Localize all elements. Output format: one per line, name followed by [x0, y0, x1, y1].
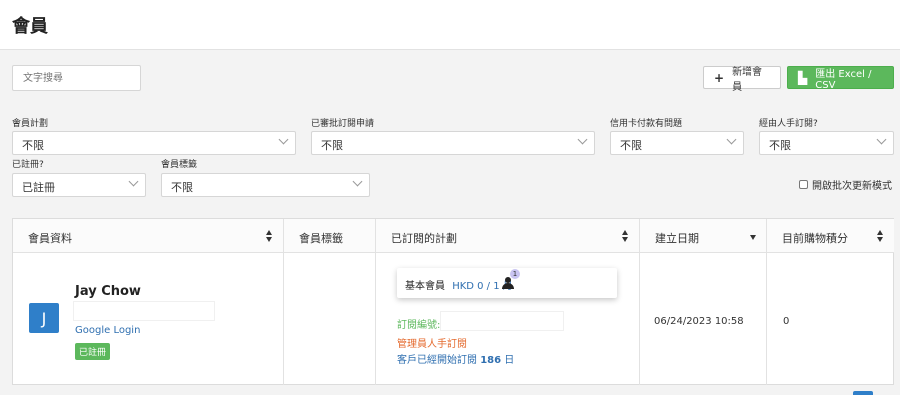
batch-mode-label: 開啟批次更新模式 [812, 181, 892, 192]
filter-manual-select[interactable]: 不限 [759, 131, 894, 155]
column-header-plans[interactable]: 已訂閱的計劃 [376, 219, 640, 253]
filter-plan-select[interactable]: 不限 [12, 131, 296, 155]
batch-mode-checkbox[interactable] [799, 180, 808, 189]
filter-registered-label: 已註冊? [12, 160, 44, 170]
filter-manual-label: 經由人手訂閱? [759, 119, 818, 129]
created-date: 06/24/2023 10:58 [654, 316, 744, 327]
page-header: 會員 [0, 0, 900, 50]
chevron-down-icon [128, 176, 139, 187]
filter-card-issue-value: 不限 [620, 139, 642, 152]
subscription-id-field [440, 311, 564, 331]
plus-icon: + [714, 70, 725, 85]
plan-count-badge: 1 [510, 269, 520, 279]
table-row-tags [284, 253, 376, 385]
export-label: 匯出 Excel / CSV [815, 68, 872, 91]
add-member-button[interactable]: + 新增會員 [703, 66, 781, 93]
login-method: Google Login [75, 325, 141, 336]
filter-card-issue-label: 信用卡付款有問題 [610, 119, 683, 129]
page-title: 會員 [12, 16, 48, 37]
chevron-down-icon [278, 134, 289, 145]
manual-subscription-text: 管理員人手訂閱 [397, 339, 467, 350]
filter-plan-value: 不限 [22, 139, 44, 152]
points-value: 0 [783, 316, 790, 327]
column-header-tags: 會員標籤 [284, 219, 376, 253]
file-icon: ▙ [798, 70, 808, 85]
member-email-field [73, 301, 215, 321]
filter-card-issue-select[interactable]: 不限 [610, 131, 744, 155]
filter-tag-select[interactable]: 不限 [161, 173, 370, 197]
subscription-started-text: 客戶已經開始訂閱 186 日 [397, 355, 515, 366]
pagination-current-page[interactable] [853, 391, 873, 395]
plan-card[interactable]: 基本會員 HKD 0 / 1 月 1 [397, 268, 617, 298]
column-header-created[interactable]: 建立日期 [640, 219, 767, 253]
plan-name: 基本會員 [405, 281, 445, 292]
subscription-label: 訂閱編號: [397, 320, 441, 331]
filter-registered-value: 已註冊 [22, 181, 55, 194]
filter-approved-label: 已審批訂閱申請 [311, 119, 375, 129]
avatar: J [29, 303, 59, 333]
search-input[interactable] [12, 65, 141, 91]
filter-approved-value: 不限 [321, 139, 343, 152]
export-button[interactable]: ▙ 匯出 Excel / CSV [787, 66, 894, 91]
add-member-label: 新增會員 [732, 66, 763, 93]
filter-registered-select[interactable]: 已註冊 [12, 173, 146, 197]
chevron-down-icon [352, 176, 363, 187]
table-row-created: 06/24/2023 10:58 [640, 253, 767, 385]
member-name[interactable]: Jay Chow [75, 284, 141, 299]
column-header-points[interactable]: 目前購物積分 [767, 219, 894, 253]
chevron-down-icon [577, 134, 588, 145]
filter-approved-select[interactable]: 不限 [311, 131, 595, 155]
sort-desc-icon [750, 235, 756, 240]
table-row-points: 0 [767, 253, 894, 385]
column-header-member-info[interactable]: 會員資料 [13, 219, 284, 253]
filter-tag-label: 會員標籤 [161, 160, 198, 170]
user-icon [502, 277, 514, 289]
filter-manual-value: 不限 [769, 139, 791, 152]
members-table: 會員資料 會員標籤 已訂閱的計劃 建立日期 目前購物積分 J Jay Chow … [12, 218, 894, 385]
sort-icon [266, 230, 273, 242]
chevron-down-icon [876, 134, 887, 145]
table-row-plans: 基本會員 HKD 0 / 1 月 1 訂閱編號: 管理員人手訂閱 客戶已經開始訂… [376, 253, 640, 385]
sort-icon [877, 230, 884, 242]
chevron-down-icon [726, 134, 737, 145]
sort-icon [622, 230, 629, 242]
table-row-member-info: J Jay Chow Google Login 已註冊 [13, 253, 284, 385]
filter-tag-value: 不限 [171, 181, 193, 194]
batch-mode-toggle[interactable]: 開啟批次更新模式 [799, 177, 892, 192]
status-badge: 已註冊 [75, 343, 111, 360]
filter-plan-label: 會員計劃 [12, 119, 49, 129]
